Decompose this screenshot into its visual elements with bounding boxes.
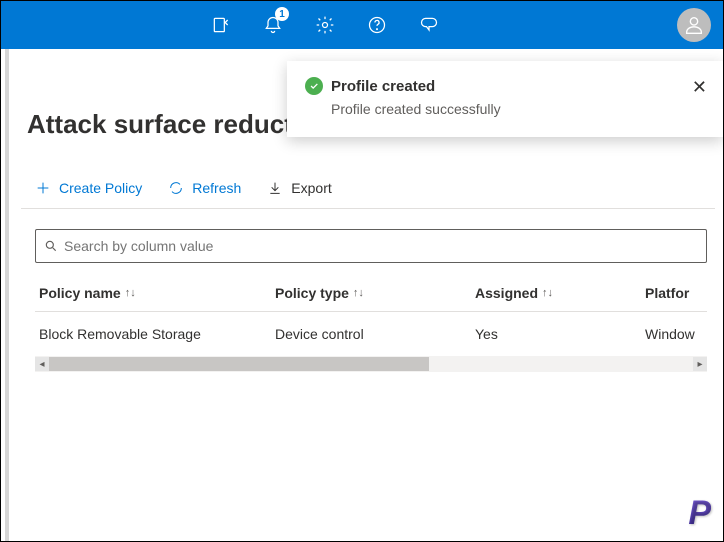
- export-button[interactable]: Export: [267, 180, 331, 196]
- column-policy-name[interactable]: Policy name↑↓: [35, 285, 275, 301]
- table-row[interactable]: Block Removable Storage Device control Y…: [35, 312, 707, 356]
- cell-policy-name: Block Removable Storage: [35, 326, 275, 342]
- export-label: Export: [291, 180, 331, 196]
- directory-icon[interactable]: [201, 1, 241, 49]
- table-header: Policy name↑↓ Policy type↑↓ Assigned↑↓ P…: [35, 275, 707, 312]
- horizontal-scrollbar[interactable]: ◂ ▸: [35, 356, 707, 372]
- search-box[interactable]: [35, 229, 707, 263]
- brand-logo: P: [688, 494, 711, 533]
- cell-policy-type: Device control: [275, 326, 475, 342]
- column-platform[interactable]: Platfor: [645, 285, 724, 301]
- cell-platform: Window: [645, 326, 724, 342]
- success-icon: [305, 77, 323, 95]
- sort-icon: ↑↓: [542, 287, 553, 299]
- create-policy-button[interactable]: Create Policy: [35, 180, 142, 196]
- settings-icon[interactable]: [305, 1, 345, 49]
- feedback-icon[interactable]: [409, 1, 449, 49]
- sort-icon: ↑↓: [353, 287, 364, 299]
- user-avatar[interactable]: [677, 8, 711, 42]
- policy-table: Policy name↑↓ Policy type↑↓ Assigned↑↓ P…: [35, 275, 707, 356]
- sort-icon: ↑↓: [125, 287, 136, 299]
- scroll-thumb[interactable]: [49, 357, 429, 371]
- scroll-right-arrow[interactable]: ▸: [693, 357, 707, 371]
- refresh-button[interactable]: Refresh: [168, 180, 241, 196]
- toast-subtitle: Profile created successfully: [331, 101, 705, 117]
- refresh-label: Refresh: [192, 180, 241, 196]
- top-bar: 1: [1, 1, 723, 49]
- search-input[interactable]: [64, 238, 698, 254]
- column-assigned[interactable]: Assigned↑↓: [475, 285, 645, 301]
- notification-badge: 1: [275, 7, 289, 21]
- toast-close-button[interactable]: ✕: [692, 77, 707, 98]
- column-policy-type[interactable]: Policy type↑↓: [275, 285, 475, 301]
- command-bar: Create Policy Refresh Export: [21, 180, 715, 209]
- toast-notification: Profile created ✕ Profile created succes…: [287, 61, 723, 137]
- scroll-left-arrow[interactable]: ◂: [35, 357, 49, 371]
- search-icon: [44, 239, 58, 253]
- cell-assigned: Yes: [475, 326, 645, 342]
- notifications-icon[interactable]: 1: [253, 1, 293, 49]
- create-policy-label: Create Policy: [59, 180, 142, 196]
- help-icon[interactable]: [357, 1, 397, 49]
- toast-title: Profile created: [331, 78, 435, 95]
